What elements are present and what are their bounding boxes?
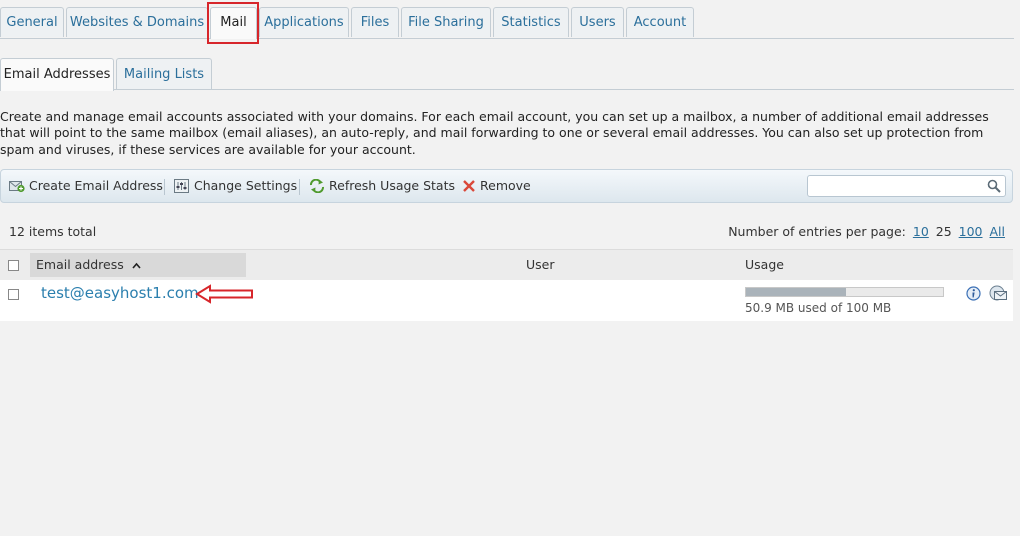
column-label-email: Email address [36, 257, 124, 272]
remove-button[interactable]: Remove [462, 170, 531, 202]
row-checkbox[interactable] [8, 289, 19, 300]
tab-mail[interactable]: Mail [210, 7, 257, 39]
tab-general[interactable]: General [0, 7, 64, 37]
entries-per-page-label: Number of entries per page: [728, 224, 906, 239]
usage-progress-bar [745, 287, 944, 297]
entries-option-all[interactable]: All [990, 224, 1006, 239]
column-header-user: User [526, 257, 555, 272]
select-all-checkbox[interactable] [8, 260, 19, 271]
subtab-mailing-lists[interactable]: Mailing Lists [116, 58, 212, 89]
tab-account[interactable]: Account [626, 7, 694, 37]
search-input[interactable] [811, 177, 985, 197]
items-total-count: 12 items total [9, 224, 97, 239]
toolbar-separator [299, 179, 300, 195]
email-address-link[interactable]: test@easyhost1.com [41, 284, 199, 302]
entries-option-100[interactable]: 100 [959, 224, 983, 239]
refresh-usage-label: Refresh Usage Stats [329, 178, 456, 193]
annotation-arrow-icon [195, 284, 253, 304]
subtab-email-addresses[interactable]: Email Addresses [0, 58, 114, 91]
search-icon[interactable] [987, 179, 1001, 193]
tab-files[interactable]: Files [351, 7, 399, 37]
tab-websites-domains[interactable]: Websites & Domains [66, 7, 208, 37]
tabs-divider [0, 38, 1014, 39]
column-header-usage: Usage [745, 257, 784, 272]
search-box [807, 175, 1006, 197]
remove-x-icon [463, 180, 475, 192]
tab-file-sharing[interactable]: File Sharing [401, 7, 491, 37]
table-row: test@easyhost1.com 50.9 MB used of 100 M… [0, 280, 1013, 321]
refresh-usage-stats-button[interactable]: Refresh Usage Stats [309, 170, 455, 202]
entries-per-page: Number of entries per page: 10 25 100 Al… [728, 224, 1005, 239]
tab-statistics[interactable]: Statistics [493, 7, 569, 37]
toolbar-separator [164, 179, 165, 195]
usage-progress-fill [746, 288, 847, 296]
change-settings-button[interactable]: Change Settings [174, 170, 297, 202]
settings-sliders-icon [174, 179, 189, 193]
webmail-envelope-icon[interactable] [989, 285, 1008, 302]
column-header-email-address[interactable]: Email address [30, 253, 246, 277]
info-icon[interactable] [966, 286, 981, 301]
create-email-icon [9, 181, 25, 193]
create-email-address-button[interactable]: Create Email Address [9, 170, 163, 202]
sub-tabs: Email Addresses Mailing Lists [0, 58, 1014, 91]
tab-users[interactable]: Users [571, 7, 624, 37]
refresh-icon [310, 178, 324, 194]
change-settings-label: Change Settings [194, 178, 298, 193]
sort-ascending-icon [132, 262, 141, 269]
main-tabs: General Websites & Domains Mail Applicat… [0, 7, 1014, 39]
tab-applications[interactable]: Applications [259, 7, 349, 37]
remove-label: Remove [480, 178, 531, 193]
usage-text: 50.9 MB used of 100 MB [745, 301, 892, 315]
toolbar: Create Email Address Change Settings Ref… [0, 169, 1013, 203]
entries-option-25-selected: 25 [935, 224, 952, 239]
create-email-label: Create Email Address [29, 178, 163, 193]
page-description: Create and manage email accounts associa… [0, 109, 989, 157]
table-header: Email address User Usage [0, 249, 1013, 281]
entries-option-10[interactable]: 10 [913, 224, 929, 239]
